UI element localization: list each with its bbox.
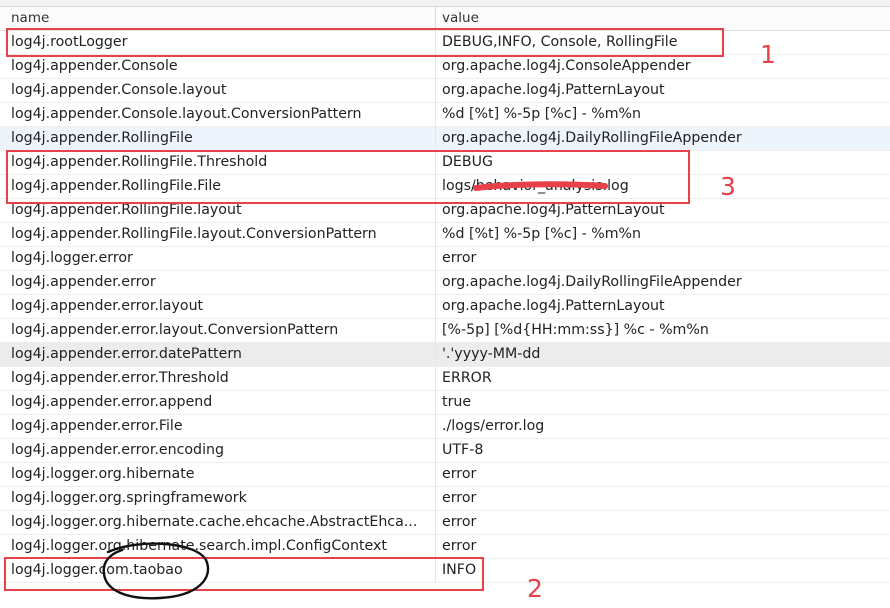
annotation-box-3 xyxy=(6,150,690,204)
cell-divider xyxy=(435,127,436,151)
property-value[interactable]: error xyxy=(442,487,882,510)
column-header-name[interactable]: name xyxy=(11,10,49,26)
column-divider[interactable] xyxy=(435,7,436,30)
table-row[interactable]: log4j.appender.error.append true xyxy=(0,391,890,415)
property-name[interactable]: log4j.logger.org.hibernate.search.impl.C… xyxy=(11,535,431,558)
table-row[interactable]: log4j.appender.Console org.apache.log4j.C… xyxy=(0,55,890,79)
property-name[interactable]: log4j.appender.error.Threshold xyxy=(11,367,431,390)
property-value[interactable]: [%-5p] [%d{HH:mm:ss}] %c - %m%n xyxy=(442,319,882,342)
property-value[interactable]: %d [%t] %-5p [%c] - %m%n xyxy=(442,103,882,126)
property-value[interactable]: ERROR xyxy=(442,367,882,390)
table-row[interactable]: log4j.appender.error.layout org.apache.lo… xyxy=(0,295,890,319)
property-value[interactable]: error xyxy=(442,535,882,558)
cell-divider xyxy=(435,367,436,391)
table-row[interactable]: log4j.appender.Console.layout.Conversion… xyxy=(0,103,890,127)
property-name[interactable]: log4j.logger.org.hibernate.cache.ehcache… xyxy=(11,511,431,534)
column-header-value[interactable]: value xyxy=(442,10,479,26)
property-name[interactable]: log4j.appender.RollingFile xyxy=(11,127,431,150)
cell-divider xyxy=(435,79,436,103)
property-value[interactable]: error xyxy=(442,463,882,486)
property-name[interactable]: log4j.appender.Console xyxy=(11,55,431,78)
window-top-strip xyxy=(0,0,890,7)
property-name[interactable]: log4j.logger.org.hibernate xyxy=(11,463,431,486)
table-row[interactable]: log4j.appender.RollingFile.layout.Conver… xyxy=(0,223,890,247)
table-row[interactable]: log4j.appender.error.layout.ConversionPa… xyxy=(0,319,890,343)
property-name[interactable]: log4j.appender.error.layout.ConversionPa… xyxy=(11,319,431,342)
property-value[interactable]: org.apache.log4j.DailyRollingFileAppende… xyxy=(442,127,882,150)
annotation-box-1 xyxy=(6,28,724,57)
table-row[interactable]: log4j.appender.error.datePattern '.'yyyy-… xyxy=(0,343,890,367)
property-name[interactable]: log4j.appender.error.datePattern xyxy=(11,343,431,366)
property-name[interactable]: log4j.appender.error xyxy=(11,271,431,294)
annotation-box-2 xyxy=(4,557,484,591)
cell-divider xyxy=(435,343,436,367)
property-name[interactable]: log4j.logger.error xyxy=(11,247,431,270)
property-value[interactable]: %d [%t] %-5p [%c] - %m%n xyxy=(442,223,882,246)
table-row[interactable]: log4j.logger.org.hibernate.search.impl.C… xyxy=(0,535,890,559)
table-row[interactable]: log4j.appender.RollingFile org.apache.log… xyxy=(0,127,890,151)
property-name[interactable]: log4j.appender.Console.layout xyxy=(11,79,431,102)
table-row[interactable]: log4j.logger.org.hibernate error xyxy=(0,463,890,487)
table-body: log4j.rootLogger DEBUG,INFO, Console, Rol… xyxy=(0,31,890,583)
cell-divider xyxy=(435,55,436,79)
cell-divider xyxy=(435,535,436,559)
properties-table: name value log4j.rootLogger DEBUG,INFO, C… xyxy=(0,7,890,583)
table-row[interactable]: log4j.appender.error.File ./logs/error.lo… xyxy=(0,415,890,439)
table-row[interactable]: log4j.appender.error.Threshold ERROR xyxy=(0,367,890,391)
annotation-label-3: 3 xyxy=(720,172,736,201)
table-row[interactable]: log4j.appender.Console.layout org.apache.… xyxy=(0,79,890,103)
property-value[interactable]: error xyxy=(442,511,882,534)
property-value[interactable]: INFO xyxy=(442,559,882,582)
cell-divider xyxy=(435,271,436,295)
property-value[interactable]: UTF-8 xyxy=(442,439,882,462)
cell-divider xyxy=(435,487,436,511)
property-name[interactable]: log4j.logger.org.springframework xyxy=(11,487,431,510)
cell-divider xyxy=(435,511,436,535)
annotation-label-1: 1 xyxy=(760,40,776,69)
cell-divider xyxy=(435,247,436,271)
property-name[interactable]: log4j.appender.Console.layout.Conversion… xyxy=(11,103,431,126)
property-value[interactable]: org.apache.log4j.PatternLayout xyxy=(442,295,882,318)
property-value[interactable]: org.apache.log4j.DailyRollingFileAppende… xyxy=(442,271,882,294)
property-value[interactable]: org.apache.log4j.ConsoleAppender xyxy=(442,55,882,78)
cell-divider xyxy=(435,463,436,487)
property-value[interactable]: '.'yyyy-MM-dd xyxy=(442,343,882,366)
cell-divider xyxy=(435,439,436,463)
property-name[interactable]: log4j.appender.RollingFile.layout.Conver… xyxy=(11,223,431,246)
cell-divider xyxy=(435,391,436,415)
property-value[interactable]: error xyxy=(442,247,882,270)
table-row[interactable]: log4j.logger.org.springframework error xyxy=(0,487,890,511)
cell-divider xyxy=(435,295,436,319)
table-row[interactable]: log4j.appender.error.encoding UTF-8 xyxy=(0,439,890,463)
property-name[interactable]: log4j.appender.error.encoding xyxy=(11,439,431,462)
cell-divider xyxy=(435,415,436,439)
annotation-label-2: 2 xyxy=(527,574,543,603)
table-row[interactable]: log4j.logger.org.hibernate.cache.ehcache… xyxy=(0,511,890,535)
table-row[interactable]: log4j.logger.error error xyxy=(0,247,890,271)
property-name[interactable]: log4j.appender.error.append xyxy=(11,391,431,414)
cell-divider xyxy=(435,223,436,247)
property-value[interactable]: ./logs/error.log xyxy=(442,415,882,438)
cell-divider xyxy=(435,103,436,127)
cell-divider xyxy=(435,319,436,343)
table-row[interactable]: log4j.appender.error org.apache.log4j.Dai… xyxy=(0,271,890,295)
property-name[interactable]: log4j.appender.error.layout xyxy=(11,295,431,318)
property-name[interactable]: log4j.appender.error.File xyxy=(11,415,431,438)
property-value[interactable]: true xyxy=(442,391,882,414)
property-value[interactable]: org.apache.log4j.PatternLayout xyxy=(442,79,882,102)
